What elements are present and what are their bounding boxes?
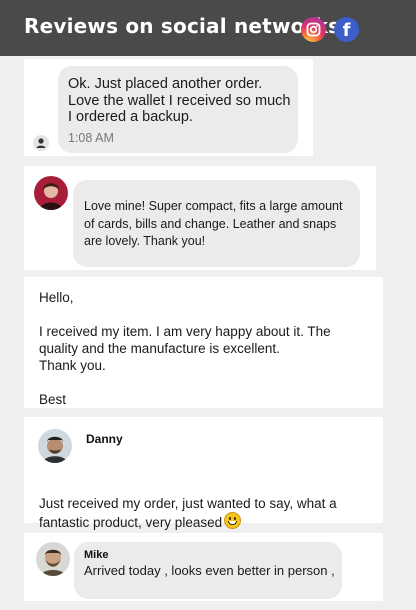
header-bar: Reviews on social networks f	[0, 0, 416, 56]
page-title: Reviews on social networks	[24, 14, 341, 38]
grinning-emoji-icon	[224, 512, 242, 529]
review-text: Ok. Just placed another order. Love the …	[68, 76, 291, 125]
review-card-1: Ok. Just placed another order. Love the …	[24, 59, 313, 156]
user-silhouette-icon	[33, 135, 49, 151]
reviews-page: Reviews on social networks f Ok. Just pl…	[0, 0, 416, 610]
review-text: Hello, I received my item. I am very hap…	[39, 290, 331, 407]
reviewer-name: Danny	[86, 432, 123, 446]
review-card-4: Danny Just received my order, just wante…	[24, 417, 383, 530]
message-bubble: Ok. Just placed another order. Love the …	[58, 66, 298, 153]
message-bubble: Mike Arrived today , looks even better i…	[74, 542, 342, 599]
message-bubble: Love mine! Super compact, fits a large a…	[73, 180, 360, 267]
reviewer-name: Mike	[84, 549, 109, 561]
reviewer-avatar	[38, 429, 72, 463]
review-card-5: Mike Arrived today , looks even better i…	[24, 533, 383, 601]
facebook-glyph: f	[342, 20, 351, 41]
review-text: Just received my order, just wanted to s…	[39, 496, 337, 530]
review-card-2: Love mine! Super compact, fits a large a…	[24, 166, 376, 270]
facebook-icon[interactable]: f	[334, 17, 359, 42]
review-text: Arrived today , looks even better in per…	[84, 563, 335, 578]
review-text-block: Just received my order, just wanted to s…	[39, 478, 337, 531]
reviewer-avatar	[34, 176, 68, 210]
message-timestamp: 1:08 AM	[68, 131, 114, 145]
review-card-3: Hello, I received my item. I am very hap…	[24, 277, 383, 408]
reviewer-avatar	[36, 542, 70, 576]
instagram-icon[interactable]	[301, 17, 326, 42]
review-text: Love mine! Super compact, fits a large a…	[84, 199, 343, 248]
